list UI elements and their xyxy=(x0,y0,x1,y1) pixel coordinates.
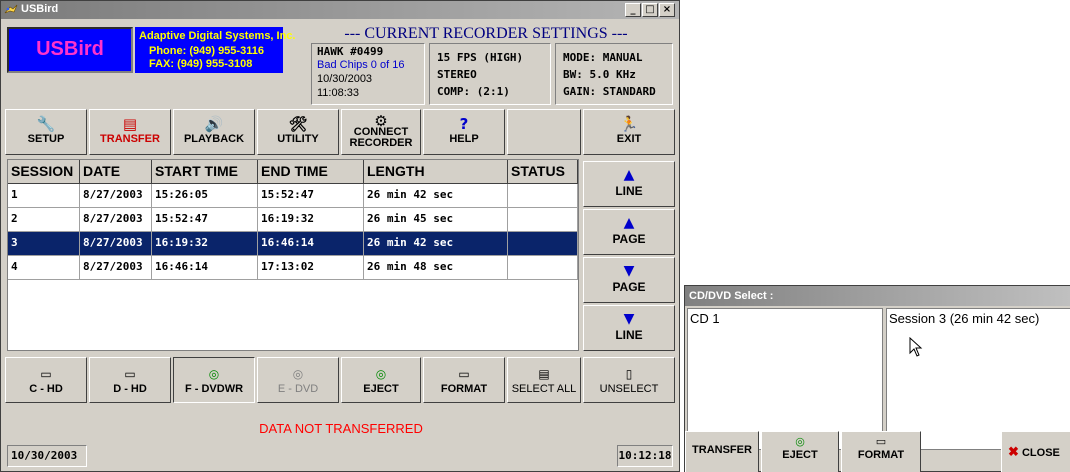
e-dvd-button[interactable]: ◎ E - DVD xyxy=(257,357,339,403)
cd-dvd-select-dialog: CD/DVD Select : CD 1 Session 3 (26 min 4… xyxy=(684,285,1070,472)
setup-icon: 🔧 xyxy=(36,115,56,133)
disc-icon: ◎ xyxy=(292,367,304,381)
page-down-button[interactable]: ▼ PAGE xyxy=(583,257,675,303)
minimize-button[interactable]: _ xyxy=(625,3,641,17)
arrow-down-icon: ▼ xyxy=(623,311,635,327)
close-window-button[interactable]: × xyxy=(659,3,675,17)
maximize-button[interactable]: □ xyxy=(642,3,658,17)
close-x-icon: ✖ xyxy=(1008,444,1019,459)
col-date[interactable]: DATE xyxy=(80,160,152,184)
rec-compression: COMP: (2:1) xyxy=(437,85,510,98)
recorder-unit-box: HAWK #0499 Bad Chips 0 of 16 10/30/2003 … xyxy=(311,43,425,105)
gain-value: GAIN: STANDARD xyxy=(563,85,656,98)
select-all-icon: ▤ xyxy=(538,367,550,381)
list-item-cd-1[interactable]: CD 1 xyxy=(690,311,880,326)
bad-chips: Bad Chips 0 of 16 xyxy=(317,59,405,71)
current-date: 10/30/2003 xyxy=(7,445,87,467)
dialog-format-button[interactable]: ▭ FORMAT xyxy=(841,431,921,472)
dialog-eject-button[interactable]: ◎ EJECT xyxy=(761,431,839,472)
playback-button[interactable]: 🔊 PLAYBACK xyxy=(173,109,255,155)
col-status[interactable]: STATUS xyxy=(508,160,578,184)
unit-name: HAWK #0499 xyxy=(317,45,384,58)
toolbar-spacer xyxy=(507,109,581,155)
bandwidth-value: BW: 5.0 KHz xyxy=(563,68,636,81)
disc-icon: ◎ xyxy=(208,367,220,381)
status-area: DATA NOT TRANSFERRED 10/30/2003 10:12:18 xyxy=(5,407,677,469)
unit-date: 10/30/2003 xyxy=(317,73,373,85)
help-icon: ? xyxy=(459,115,469,133)
line-up-button[interactable]: ▲ LINE xyxy=(583,161,675,207)
transfer-status-message: DATA NOT TRANSFERRED xyxy=(259,421,423,436)
dialog-title[interactable]: CD/DVD Select : xyxy=(685,286,1070,306)
c-hd-button[interactable]: ▭ C - HD xyxy=(5,357,87,403)
dialog-transfer-button[interactable]: TRANSFER xyxy=(685,431,759,472)
hard-drive-icon: ▭ xyxy=(124,367,136,381)
main-window: USBird _ □ × USBird Adaptive Digital Sys… xyxy=(0,0,680,472)
eject-button[interactable]: ◎ EJECT xyxy=(341,357,421,403)
disc-list[interactable]: CD 1 xyxy=(687,308,883,450)
arrow-down-icon: ▼ xyxy=(623,263,635,279)
exit-button[interactable]: 🏃 EXIT xyxy=(583,109,675,155)
connect-icon: ⚙ xyxy=(374,112,388,130)
select-all-button[interactable]: ▤ SELECT ALL xyxy=(507,357,581,403)
company-phone: Phone: (949) 955-3116 xyxy=(149,45,264,57)
header-panel: USBird Adaptive Digital Systems, Inc. Ph… xyxy=(1,19,679,107)
window-title: USBird xyxy=(21,3,59,15)
current-time: 10:12:18 xyxy=(617,445,673,467)
setup-button[interactable]: 🔧 SETUP xyxy=(5,109,87,155)
d-hd-button[interactable]: ▭ D - HD xyxy=(89,357,171,403)
format-icon: ▭ xyxy=(458,367,470,381)
col-end-time[interactable]: END TIME xyxy=(258,160,364,184)
bird-app-icon xyxy=(4,4,18,14)
utility-icon: 🛠 xyxy=(288,115,308,133)
page-up-button[interactable]: ▲ PAGE xyxy=(583,209,675,255)
company-fax: FAX: (949) 955-3108 xyxy=(149,58,253,70)
help-button[interactable]: ? HELP xyxy=(423,109,505,155)
settings-title: --- CURRENT RECORDER SETTINGS --- xyxy=(344,25,628,42)
format-button[interactable]: ▭ FORMAT xyxy=(423,357,505,403)
mode-settings-box: MODE: MANUAL BW: 5.0 KHz GAIN: STANDARD xyxy=(555,43,673,105)
rec-speed: 15 FPS (HIGH) xyxy=(437,51,524,64)
arrow-up-icon: ▲ xyxy=(623,215,635,231)
eject-disc-icon: ◎ xyxy=(375,367,387,381)
list-item-session-3[interactable]: Session 3 (26 min 42 sec) xyxy=(889,311,1068,326)
session-list[interactable]: Session 3 (26 min 42 sec) xyxy=(886,308,1070,450)
speaker-icon: 🔊 xyxy=(204,115,224,133)
unselect-button[interactable]: ▯ UNSELECT xyxy=(583,357,675,403)
rec-channels: STEREO xyxy=(437,68,477,81)
session-table[interactable]: SESSION DATE START TIME END TIME LENGTH … xyxy=(7,159,579,351)
mode-value: MODE: MANUAL xyxy=(563,51,643,64)
drive-toolbar: ▭ C - HD ▭ D - HD ◎ F - DVDWR ◎ E - DVD … xyxy=(5,357,679,405)
unit-time: 11:08:33 xyxy=(317,87,360,99)
transfer-icon: ▤ xyxy=(122,115,138,133)
line-down-button[interactable]: ▼ LINE xyxy=(583,305,675,351)
company-name: Adaptive Digital Systems, Inc. xyxy=(139,30,296,42)
mouse-pointer-icon xyxy=(909,337,923,357)
col-length[interactable]: LENGTH xyxy=(364,160,508,184)
recording-settings-box: 15 FPS (HIGH) STEREO COMP: (2:1) xyxy=(429,43,551,105)
col-session[interactable]: SESSION xyxy=(8,160,80,184)
arrow-up-icon: ▲ xyxy=(623,167,635,183)
company-info: Adaptive Digital Systems, Inc. Phone: (9… xyxy=(135,27,296,73)
main-toolbar: 🔧 SETUP ▤ TRANSFER 🔊 PLAYBACK 🛠 UTILITY … xyxy=(5,109,679,157)
table-row[interactable]: 4 8/27/2003 16:46:14 17:13:02 26 min 48 … xyxy=(8,256,578,280)
table-row[interactable]: 2 8/27/2003 15:52:47 16:19:32 26 min 45 … xyxy=(8,208,578,232)
usbird-logo: USBird xyxy=(7,27,133,73)
table-header: SESSION DATE START TIME END TIME LENGTH … xyxy=(8,160,578,184)
table-row[interactable]: 1 8/27/2003 15:26:05 15:52:47 26 min 42 … xyxy=(8,184,578,208)
unselect-icon: ▯ xyxy=(625,367,633,381)
dialog-close-button[interactable]: ✖ CLOSE xyxy=(1001,431,1070,472)
eject-disc-icon: ◎ xyxy=(795,435,805,448)
transfer-button[interactable]: ▤ TRANSFER xyxy=(89,109,171,155)
utility-button[interactable]: 🛠 UTILITY xyxy=(257,109,339,155)
connect-recorder-button[interactable]: ⚙ CONNECT RECORDER xyxy=(341,109,421,155)
format-icon: ▭ xyxy=(875,435,887,448)
col-start-time[interactable]: START TIME xyxy=(152,160,258,184)
hard-drive-icon: ▭ xyxy=(40,367,52,381)
f-dvdwr-button[interactable]: ◎ F - DVDWR xyxy=(173,357,255,403)
table-row-selected[interactable]: 3 8/27/2003 16:19:32 16:46:14 26 min 42 … xyxy=(8,232,578,256)
exit-icon: 🏃 xyxy=(619,115,639,133)
title-bar[interactable]: USBird _ □ × xyxy=(1,1,679,19)
